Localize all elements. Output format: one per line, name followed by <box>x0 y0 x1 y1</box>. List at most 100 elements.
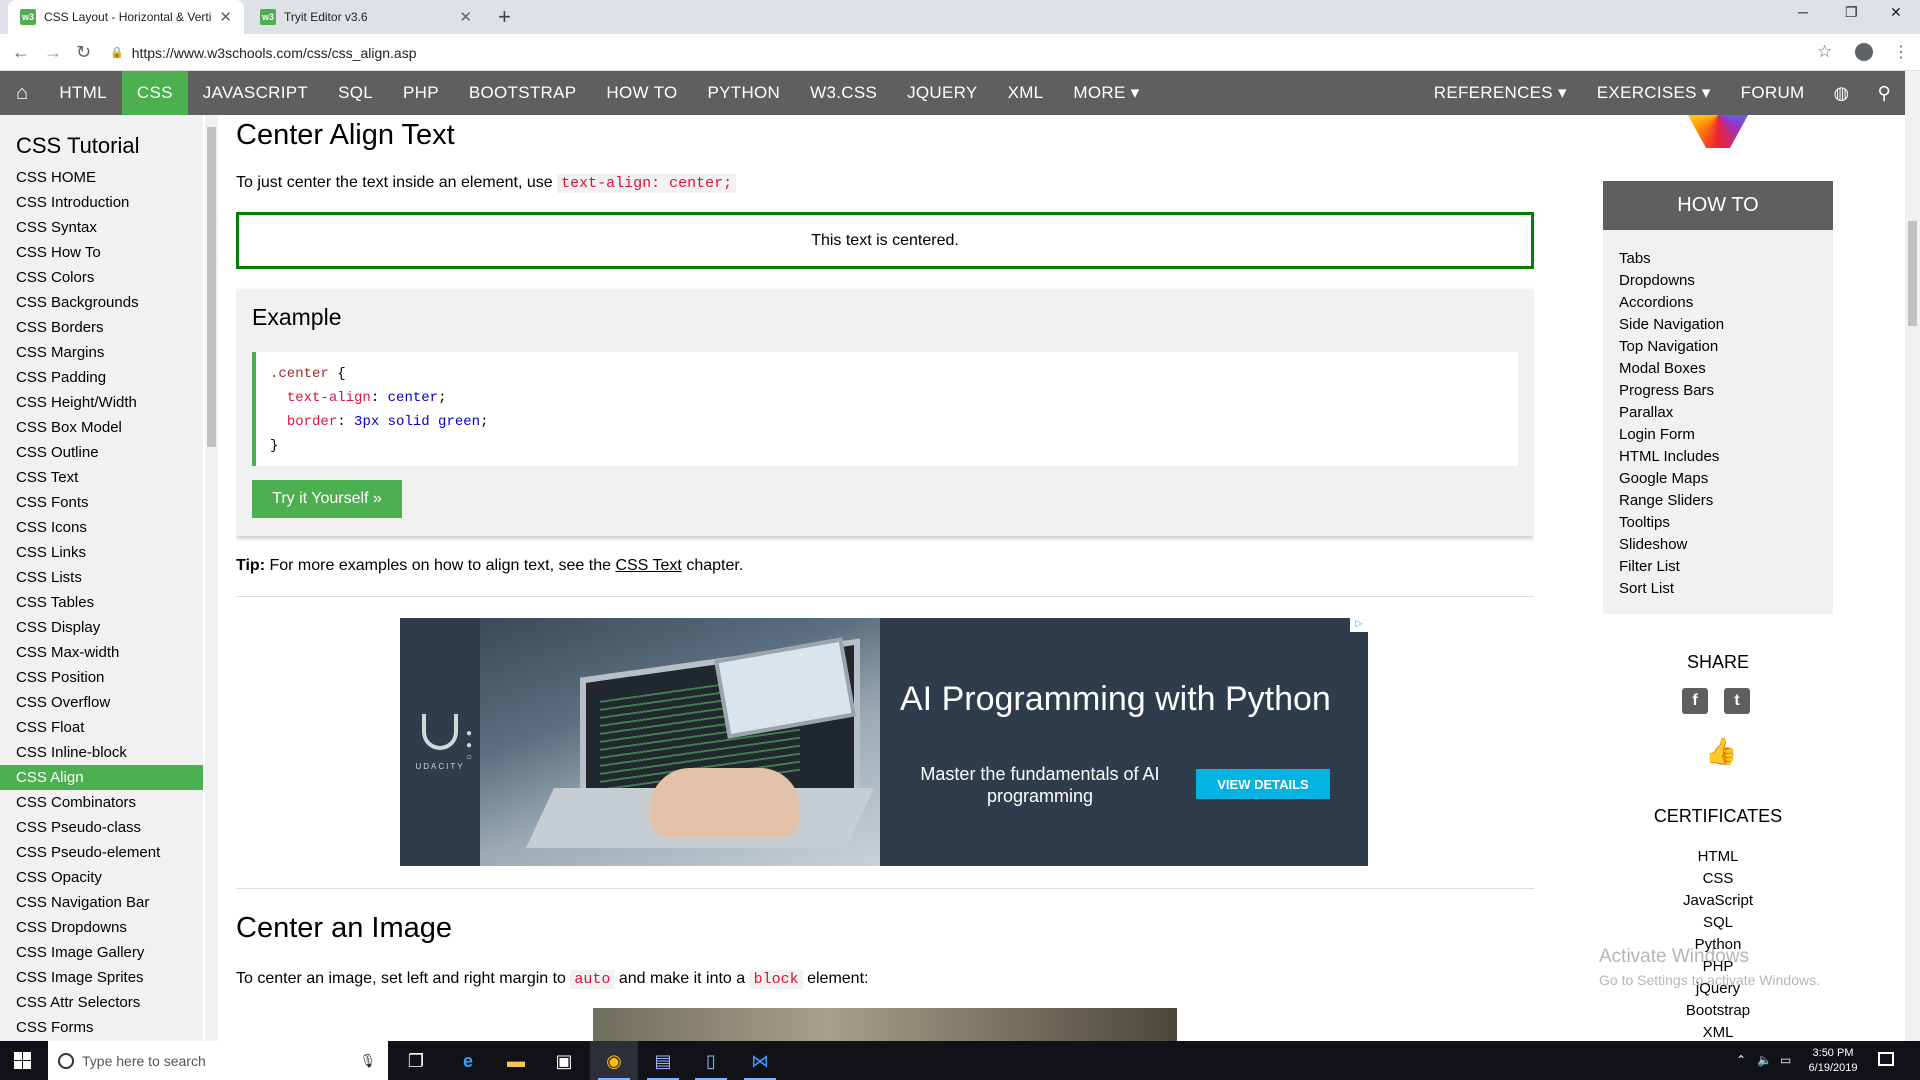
back-arrow-icon[interactable]: ← <box>12 42 30 63</box>
udacity-ad-banner[interactable]: UDACITY ● ● ○ AI Programming with Python M… <box>400 618 1368 866</box>
forward-arrow-icon[interactable]: → <box>44 42 62 63</box>
sidebar-item[interactable]: CSS How To <box>0 240 203 265</box>
certificate-item[interactable]: Bootstrap <box>1603 1000 1833 1022</box>
howto-item[interactable]: Filter List <box>1619 556 1817 578</box>
nav-sql[interactable]: SQL <box>323 71 388 115</box>
sidebar-item[interactable]: CSS Backgrounds <box>0 290 203 315</box>
nav-references-dropdown[interactable]: REFERENCES ▾ <box>1419 71 1582 115</box>
nav-php[interactable]: PHP <box>388 71 454 115</box>
home-icon[interactable]: ⌂ <box>0 71 44 115</box>
network-icon[interactable]: ▭ <box>1780 1053 1791 1067</box>
edge-icon[interactable]: e <box>455 1048 481 1074</box>
profile-avatar-icon[interactable] <box>1855 43 1873 61</box>
sidebar-item[interactable]: CSS Pseudo-class <box>0 815 203 840</box>
microphone-icon[interactable]: 🎙 <box>359 1053 376 1069</box>
sidebar-scrollbar[interactable] <box>205 115 218 1041</box>
nav-forum[interactable]: FORUM <box>1726 71 1820 115</box>
sidebar-item[interactable]: CSS Height/Width <box>0 390 203 415</box>
tray-chevron-icon[interactable]: ⌃ <box>1736 1053 1746 1067</box>
browser-tab[interactable]: w3 Tryit Editor v3.6 ✕ <box>248 0 484 34</box>
nav-how-to[interactable]: HOW TO <box>591 71 692 115</box>
page-scrollbar[interactable] <box>1905 71 1920 1041</box>
sidebar-item[interactable]: CSS Max-width <box>0 640 203 665</box>
sidebar-item[interactable]: CSS Attr Selectors <box>0 990 203 1015</box>
nav-exercises-dropdown[interactable]: EXERCISES ▾ <box>1582 71 1726 115</box>
howto-item[interactable]: Parallax <box>1619 402 1817 424</box>
nav-jquery[interactable]: JQUERY <box>892 71 992 115</box>
reload-icon[interactable]: ↻ <box>76 42 91 63</box>
sidebar-item[interactable]: CSS Tables <box>0 590 203 615</box>
sidebar-item[interactable]: CSS Float <box>0 715 203 740</box>
howto-item[interactable]: Range Sliders <box>1619 490 1817 512</box>
howto-item[interactable]: Dropdowns <box>1619 270 1817 292</box>
howto-item[interactable]: Side Navigation <box>1619 314 1817 336</box>
sidebar-item[interactable]: CSS Overflow <box>0 690 203 715</box>
howto-item[interactable]: Sort List <box>1619 578 1817 600</box>
sidebar-item[interactable]: CSS Image Sprites <box>0 965 203 990</box>
taskbar-search[interactable]: Type here to search 🎙 <box>48 1041 388 1080</box>
new-tab-icon[interactable]: + <box>498 4 511 30</box>
howto-item[interactable]: Modal Boxes <box>1619 358 1817 380</box>
sidebar-item[interactable]: CSS Forms <box>0 1015 203 1040</box>
howto-item[interactable]: Google Maps <box>1619 468 1817 490</box>
system-clock[interactable]: 3:50 PM 6/19/2019 <box>1800 1046 1866 1076</box>
document-icon[interactable]: ▯ <box>698 1048 724 1074</box>
sidebar-item[interactable]: CSS Colors <box>0 265 203 290</box>
sidebar-item[interactable]: CSS Inline-block <box>0 740 203 765</box>
chrome-icon[interactable]: ◉ <box>601 1048 627 1074</box>
nav-python[interactable]: PYTHON <box>692 71 795 115</box>
close-tab-icon[interactable]: ✕ <box>459 8 472 26</box>
howto-item[interactable]: Top Navigation <box>1619 336 1817 358</box>
certificate-item[interactable]: CSS <box>1603 868 1833 890</box>
sidebar-item[interactable]: CSS Outline <box>0 440 203 465</box>
adchoices-icon[interactable]: ▷ <box>1350 618 1368 632</box>
sidebar-item[interactable]: CSS HOME <box>0 165 203 190</box>
notification-icon[interactable] <box>1878 1052 1894 1066</box>
howto-item[interactable]: HTML Includes <box>1619 446 1817 468</box>
try-it-yourself-button[interactable]: Try it Yourself » <box>252 480 402 518</box>
globe-icon[interactable]: ◍ <box>1820 71 1864 115</box>
certificate-item[interactable]: HTML <box>1603 846 1833 868</box>
close-tab-icon[interactable]: ✕ <box>219 8 232 26</box>
sidebar-item[interactable]: CSS Lists <box>0 565 203 590</box>
browser-menu-icon[interactable]: ⋮ <box>1893 42 1909 62</box>
nav-bootstrap[interactable]: BOOTSTRAP <box>454 71 592 115</box>
sidebar-item[interactable]: CSS Dropdowns <box>0 915 203 940</box>
view-details-button[interactable]: VIEW DETAILS <box>1196 769 1330 799</box>
vscode-icon[interactable]: ⋈ <box>747 1048 773 1074</box>
howto-item[interactable]: Slideshow <box>1619 534 1817 556</box>
sidebar-item[interactable]: CSS Position <box>0 665 203 690</box>
css-text-link[interactable]: CSS Text <box>615 557 681 574</box>
howto-item[interactable]: Tabs <box>1619 248 1817 270</box>
howto-item[interactable]: Progress Bars <box>1619 380 1817 402</box>
thumbs-up-icon[interactable]: 👍 <box>1705 736 1737 767</box>
nav-css[interactable]: CSS <box>121 71 188 115</box>
nav-xml[interactable]: XML <box>993 71 1059 115</box>
sidebar-item[interactable]: CSS Box Model <box>0 415 203 440</box>
howto-item[interactable]: Login Form <box>1619 424 1817 446</box>
sidebar-item[interactable]: CSS Display <box>0 615 203 640</box>
sidebar-item[interactable]: CSS Borders <box>0 315 203 340</box>
sidebar-item[interactable]: CSS Combinators <box>0 790 203 815</box>
twitter-icon[interactable]: t <box>1724 688 1750 714</box>
restore-icon[interactable]: ❐ <box>1845 4 1858 21</box>
sidebar-item[interactable]: CSS Syntax <box>0 215 203 240</box>
minimize-icon[interactable]: ─ <box>1798 4 1808 20</box>
store-icon[interactable]: ▣ <box>551 1048 577 1074</box>
task-view-icon[interactable]: ❐ <box>403 1048 429 1074</box>
nav-javascript[interactable]: JAVASCRIPT <box>188 71 323 115</box>
browser-tab-active[interactable]: w3 CSS Layout - Horizontal & Vertic ✕ <box>8 0 244 34</box>
certificate-item[interactable]: SQL <box>1603 912 1833 934</box>
address-bar[interactable]: 🔒 https://www.w3schools.com/css/css_alig… <box>110 39 1830 66</box>
sidebar-item[interactable]: CSS Introduction <box>0 190 203 215</box>
facebook-icon[interactable]: f <box>1682 688 1708 714</box>
nav-more-dropdown[interactable]: MORE ▾ <box>1058 71 1154 115</box>
bookmark-star-icon[interactable]: ☆ <box>1817 42 1832 62</box>
nav-html[interactable]: HTML <box>44 71 121 115</box>
volume-icon[interactable]: 🔈 <box>1757 1053 1772 1067</box>
sidebar-item[interactable]: CSS Navigation Bar <box>0 890 203 915</box>
sidebar-item[interactable]: CSS Opacity <box>0 865 203 890</box>
file-explorer-icon[interactable]: ▬ <box>503 1048 529 1074</box>
sidebar-item[interactable]: CSS Padding <box>0 365 203 390</box>
sidebar-item[interactable]: CSS Text <box>0 465 203 490</box>
